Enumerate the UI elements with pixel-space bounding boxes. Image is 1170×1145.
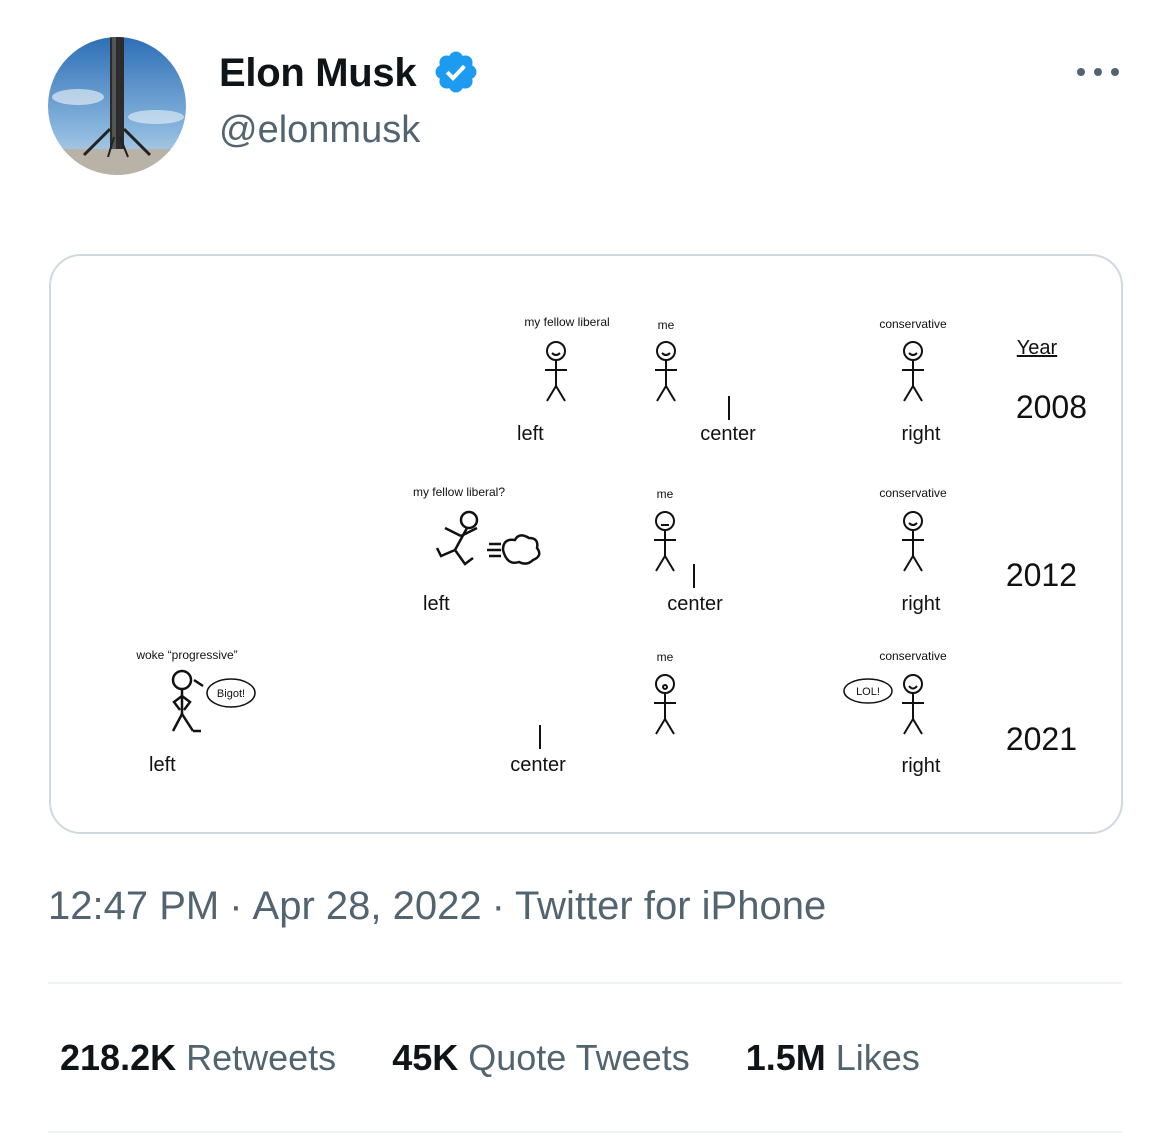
retweets-label: Retweets — [186, 1037, 337, 1078]
me-label: me — [657, 487, 674, 501]
me-label: me — [658, 318, 675, 332]
stick-figure-me — [655, 341, 677, 402]
retweets-stat[interactable]: 218.2K Retweets — [60, 1034, 336, 1082]
stick-figure-me — [654, 674, 676, 735]
tweet-date[interactable]: Apr 28, 2022 — [253, 884, 482, 928]
stick-figure-running-liberal — [435, 510, 541, 566]
tweet-metadata: 12:47 PM · Apr 28, 2022 · Twitter for iPhone — [48, 882, 826, 930]
liberal-label: my fellow liberal — [524, 315, 609, 329]
author-name[interactable]: Elon Musk — [219, 50, 417, 96]
divider — [48, 982, 1122, 984]
avatar-rocket-image — [48, 37, 186, 175]
quote-tweets-stat[interactable]: 45K Quote Tweets — [392, 1034, 690, 1082]
left-label: left — [423, 593, 450, 615]
tweet-source-link[interactable]: Twitter for iPhone — [515, 884, 826, 928]
tweet-time[interactable]: 12:47 PM — [48, 884, 219, 928]
bigot-speech-bubble: Bigot! — [206, 678, 256, 708]
author-handle[interactable]: @elonmusk — [219, 108, 420, 152]
likes-count: 1.5M — [745, 1037, 826, 1078]
political-spectrum-cartoon: Year left center right 2008 my fellow li… — [135, 315, 1087, 777]
separator: · — [229, 884, 243, 928]
left-label: left — [149, 754, 176, 776]
svg-text:LOL!: LOL! — [856, 686, 880, 698]
year-label: 2021 — [1006, 721, 1077, 757]
left-label: left — [517, 423, 544, 445]
engagement-stats: 218.2K Retweets 45K Quote Tweets 1.5M Like… — [60, 1034, 976, 1082]
row-2021: left center right 2021 woke “progressive… — [135, 648, 1077, 777]
year-label: 2012 — [1006, 557, 1077, 593]
stick-figure-conservative — [902, 341, 924, 402]
right-label: right — [902, 755, 941, 777]
svg-text:Bigot!: Bigot! — [217, 688, 245, 700]
verified-badge-icon — [432, 48, 480, 96]
right-label: right — [902, 423, 941, 445]
row-2008: left center right 2008 my fellow liberal… — [514, 315, 1087, 445]
liberal-label: my fellow liberal? — [413, 485, 505, 499]
stick-figure-liberal — [545, 341, 567, 402]
year-label: 2008 — [1016, 389, 1087, 425]
retweets-count: 218.2K — [60, 1037, 177, 1078]
separator: · — [491, 884, 505, 928]
conservative-label: conservative — [879, 317, 947, 331]
stick-figure-conservative — [902, 674, 924, 735]
lol-speech-bubble: LOL! — [843, 678, 893, 704]
year-header: Year — [1017, 337, 1058, 359]
likes-stat[interactable]: 1.5M Likes — [746, 1034, 920, 1082]
divider — [48, 1131, 1122, 1133]
conservative-label: conservative — [879, 486, 947, 500]
right-label: right — [902, 593, 941, 615]
quotes-label: Quote Tweets — [468, 1037, 690, 1078]
more-horizontal-icon — [1077, 68, 1119, 76]
stick-figure-conservative — [902, 511, 924, 572]
me-label: me — [657, 650, 674, 664]
tweet-media-image[interactable]: Year left center right 2008 my fellow li… — [49, 254, 1123, 834]
center-label: center — [700, 423, 756, 445]
row-2012: left center right 2012 my fellow liberal… — [413, 485, 1077, 615]
likes-label: Likes — [835, 1037, 920, 1078]
stick-figure-woke-progressive — [171, 669, 204, 733]
avatar[interactable] — [48, 37, 186, 175]
woke-label: woke “progressive” — [135, 648, 237, 662]
quotes-count: 45K — [392, 1037, 459, 1078]
center-label: center — [667, 593, 723, 615]
center-label: center — [510, 754, 566, 776]
stick-figure-me — [654, 511, 676, 572]
conservative-label: conservative — [879, 649, 947, 663]
more-options-button[interactable] — [1074, 56, 1122, 88]
